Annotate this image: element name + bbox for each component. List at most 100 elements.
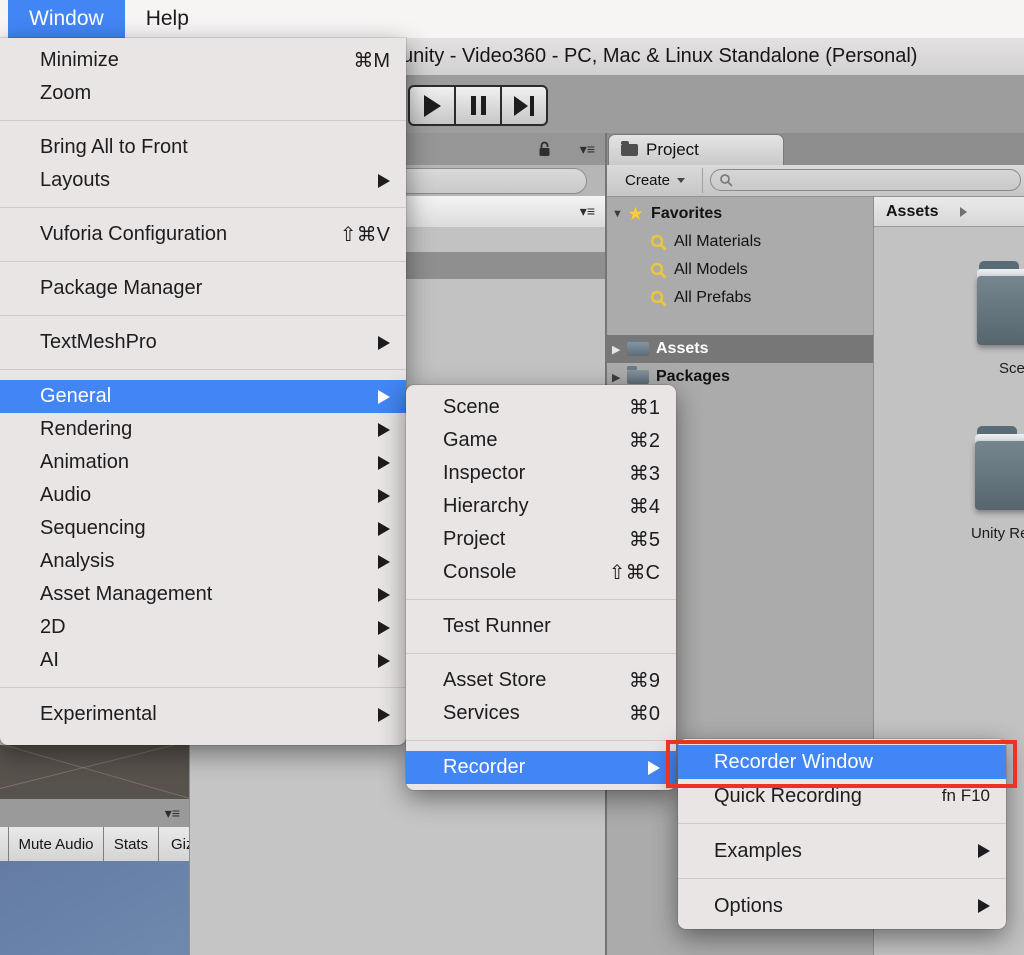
menu-item-package-manager[interactable]: Package Manager bbox=[0, 272, 406, 305]
submenu-arrow-icon bbox=[378, 588, 390, 602]
menu-item-label: Animation bbox=[40, 451, 354, 474]
menu-item-zoom[interactable]: Zoom bbox=[0, 77, 406, 110]
menu-item-vuforia-configuration[interactable]: Vuforia Configuration⇧⌘V bbox=[0, 218, 406, 251]
menu-item-ai[interactable]: AI bbox=[0, 644, 406, 677]
menubar-item-window[interactable]: Window bbox=[8, 0, 125, 38]
step-button[interactable] bbox=[502, 87, 546, 124]
toolbar-button-partial[interactable] bbox=[0, 827, 8, 861]
menu-separator bbox=[0, 120, 406, 121]
step-icon bbox=[514, 96, 534, 116]
breadcrumb: Assets bbox=[874, 197, 1024, 227]
scene-view[interactable] bbox=[0, 745, 189, 799]
menu-item-project[interactable]: Project⌘5 bbox=[406, 523, 676, 556]
stats-button[interactable]: Stats bbox=[104, 827, 158, 861]
tree-item-all-materials[interactable]: All Materials bbox=[607, 228, 873, 256]
mute-audio-button[interactable]: Mute Audio bbox=[9, 827, 103, 861]
menu-item-label: General bbox=[40, 385, 354, 408]
transport-controls bbox=[408, 85, 548, 126]
menu-item-experimental[interactable]: Experimental bbox=[0, 698, 406, 731]
expand-triangle-icon[interactable]: ▶ bbox=[612, 343, 627, 356]
menu-separator bbox=[0, 369, 406, 370]
menubar-item-help[interactable]: Help bbox=[125, 0, 210, 38]
menu-item-analysis[interactable]: Analysis bbox=[0, 545, 406, 578]
menu-item-shortcut: ⇧⌘C bbox=[609, 560, 660, 585]
menu-item-rendering[interactable]: Rendering bbox=[0, 413, 406, 446]
menu-item-sequencing[interactable]: Sequencing bbox=[0, 512, 406, 545]
menu-item-asset-management[interactable]: Asset Management bbox=[0, 578, 406, 611]
hierarchy-selected-row[interactable] bbox=[405, 252, 605, 279]
macos-menu-bar: Window Help bbox=[0, 0, 1024, 38]
unity-editor-screen: Window Help unity - Video360 - PC, Mac &… bbox=[0, 0, 1024, 955]
folder-icon bbox=[621, 144, 638, 156]
panel-menu-icon[interactable]: ▾≡ bbox=[580, 204, 595, 218]
menu-item-shortcut: ⌘0 bbox=[629, 701, 660, 726]
menu-item-label: Experimental bbox=[40, 703, 354, 726]
menu-item-asset-store[interactable]: Asset Store ⌘9 bbox=[406, 664, 676, 697]
tree-item-all-prefabs[interactable]: All Prefabs bbox=[607, 284, 873, 312]
menu-item-options[interactable]: Options bbox=[678, 889, 1006, 923]
menu-item-animation[interactable]: Animation bbox=[0, 446, 406, 479]
gizmos-button[interactable]: Gizmos bbox=[159, 827, 189, 861]
menu-item-examples[interactable]: Examples bbox=[678, 834, 1006, 868]
menu-item-label: Test Runner bbox=[443, 615, 660, 638]
menu-item-audio[interactable]: Audio bbox=[0, 479, 406, 512]
menu-item-scene[interactable]: Scene⌘1 bbox=[406, 391, 676, 424]
menu-item-minimize[interactable]: Minimize⌘M bbox=[0, 44, 406, 77]
tree-item-label: Packages bbox=[656, 368, 730, 386]
tree-item-favorites[interactable]: ▼ ★ Favorites bbox=[607, 200, 873, 228]
tab-project[interactable]: Project bbox=[608, 134, 784, 165]
menu-item-test-runner[interactable]: Test Runner bbox=[406, 610, 676, 643]
folder-icon bbox=[627, 370, 649, 384]
submenu-arrow-icon bbox=[378, 456, 390, 470]
menu-item-game[interactable]: Game⌘2 bbox=[406, 424, 676, 457]
folder-scenes[interactable] bbox=[977, 261, 1024, 345]
menu-item-2d[interactable]: 2D bbox=[0, 611, 406, 644]
lock-icon[interactable] bbox=[538, 141, 551, 162]
tree-item-all-models[interactable]: All Models bbox=[607, 256, 873, 284]
menu-item-console[interactable]: Console⇧⌘C bbox=[406, 556, 676, 589]
menu-item-label: Inspector bbox=[443, 462, 605, 485]
submenu-arrow-icon bbox=[378, 654, 390, 668]
search-filter-icon bbox=[650, 234, 667, 251]
menu-item-label: Recorder bbox=[443, 756, 624, 779]
menu-item-label: Hierarchy bbox=[443, 495, 605, 518]
favorites-star-icon: ★ bbox=[627, 205, 644, 224]
menu-item-hierarchy[interactable]: Hierarchy⌘4 bbox=[406, 490, 676, 523]
menu-item-textmeshpro[interactable]: TextMeshPro bbox=[0, 326, 406, 359]
game-view[interactable] bbox=[0, 861, 189, 955]
search-filter-icon bbox=[650, 262, 667, 279]
submenu-arrow-icon bbox=[378, 708, 390, 722]
submenu-arrow-icon bbox=[378, 555, 390, 569]
menu-item-layouts[interactable]: Layouts bbox=[0, 164, 406, 197]
play-button[interactable] bbox=[410, 87, 454, 124]
menu-item-label: Minimize bbox=[40, 49, 329, 72]
collapse-triangle-icon[interactable]: ▼ bbox=[612, 208, 627, 220]
expand-triangle-icon[interactable]: ▶ bbox=[612, 371, 627, 384]
menu-item-shortcut: ⌘9 bbox=[629, 668, 660, 693]
submenu-arrow-icon bbox=[378, 489, 390, 503]
pause-button[interactable] bbox=[456, 87, 500, 124]
annotation-highlight-box bbox=[666, 740, 1017, 788]
menu-item-label: Package Manager bbox=[40, 277, 390, 300]
create-button[interactable]: Create bbox=[615, 165, 695, 196]
project-search-input[interactable] bbox=[710, 169, 1021, 191]
folder-unity-recorder[interactable] bbox=[975, 426, 1024, 510]
tree-item-assets[interactable]: ▶ Assets bbox=[607, 335, 873, 363]
menu-item-inspector[interactable]: Inspector⌘3 bbox=[406, 457, 676, 490]
menu-item-recorder[interactable]: Recorder bbox=[406, 751, 676, 784]
hierarchy-search-input[interactable] bbox=[395, 168, 587, 194]
menu-item-label: Options bbox=[714, 895, 954, 918]
menu-item-label: Asset Store bbox=[443, 669, 605, 692]
menu-item-shortcut: ⌘2 bbox=[629, 428, 660, 453]
menu-item-label: Project bbox=[443, 528, 605, 551]
panel-menu-icon[interactable]: ▾≡ bbox=[580, 142, 595, 156]
menu-item-general[interactable]: General bbox=[0, 380, 406, 413]
hierarchy-header-bar: ▾≡ bbox=[405, 196, 605, 228]
window-title: unity - Video360 - PC, Mac & Linux Stand… bbox=[402, 38, 917, 75]
breadcrumb-label[interactable]: Assets bbox=[886, 203, 938, 221]
menu-item-bring-all-to-front[interactable]: Bring All to Front bbox=[0, 131, 406, 164]
menu-item-services[interactable]: Services⌘0 bbox=[406, 697, 676, 730]
menu-item-shortcut: ⌘1 bbox=[629, 395, 660, 420]
tree-item-label: All Prefabs bbox=[674, 289, 751, 307]
panel-menu-icon[interactable]: ▾≡ bbox=[165, 806, 180, 820]
